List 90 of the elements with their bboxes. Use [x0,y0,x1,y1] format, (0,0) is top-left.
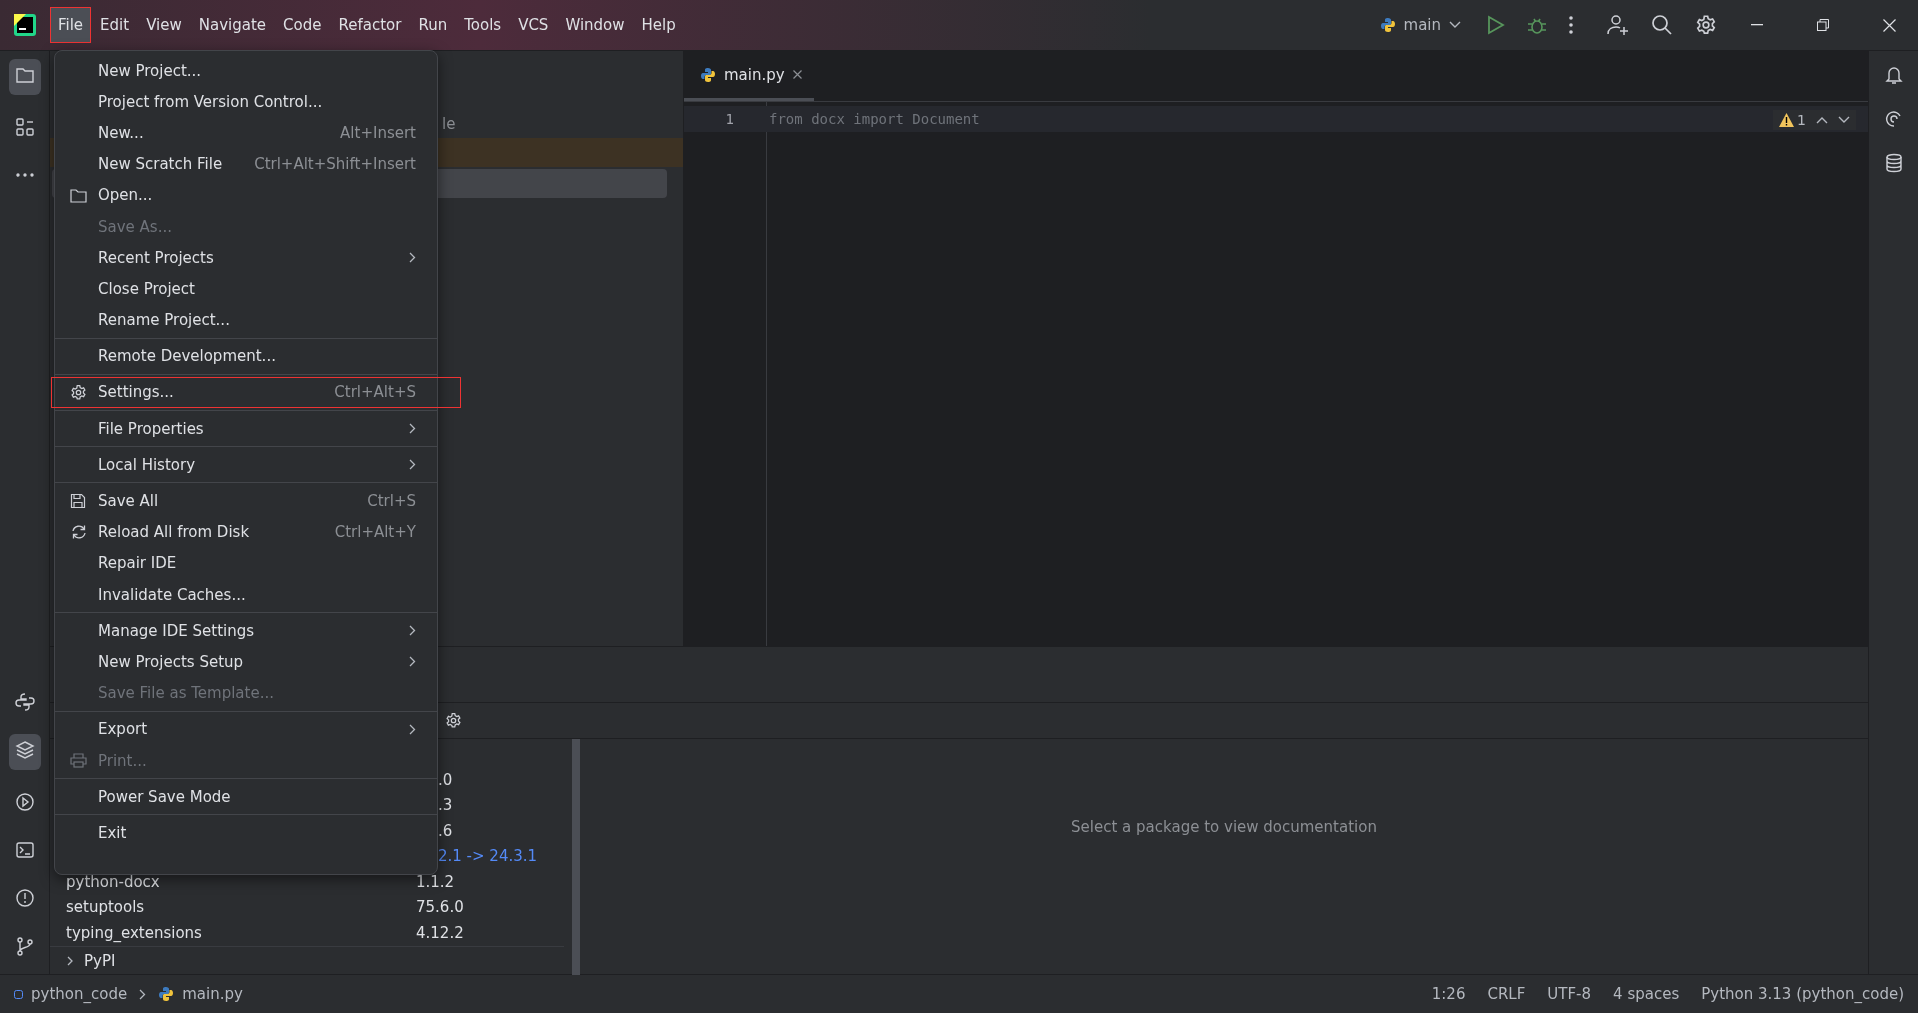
layers-icon[interactable] [14,740,35,760]
notification-bell-icon[interactable] [1883,65,1904,85]
package-version: 2.1 -> 24.3.1 [438,847,538,866]
package-version: .3 [438,796,453,815]
menu-item[interactable]: Recent Projects [55,242,437,274]
next-icon[interactable] [1838,116,1850,124]
menu-bar-item[interactable]: File [50,7,92,43]
menu-item[interactable]: Project from Version Control... [55,86,437,118]
menu-item[interactable]: Reload All from Disk Ctrl+Alt+Y [55,516,437,548]
menu-item[interactable]: Power Save Mode [55,781,437,813]
settings-icon [70,383,87,401]
caret-position[interactable]: 1:26 [1431,985,1466,1003]
package-name: setuptools [65,898,146,917]
menu-item[interactable]: Rename Project... [55,304,437,336]
chevron-down-icon [1449,21,1461,29]
interpreter-selector[interactable]: Python 3.13 (python_code) [1701,985,1904,1003]
git-branch-icon[interactable] [14,936,35,956]
services-icon[interactable] [14,792,35,812]
menu-bar-item[interactable]: Window [557,7,633,43]
package-name: typing_extensions [65,923,203,942]
menu-item[interactable]: Manage IDE Settings [55,615,437,647]
chevron-icon [139,988,147,1000]
menu-bar-item[interactable]: View [138,7,190,43]
menu-bar-item[interactable]: Refactor [330,7,410,43]
settings-icon[interactable] [445,712,462,729]
indent-setting[interactable]: 4 spaces [1613,985,1680,1003]
package-version: 75.6.0 [416,898,464,917]
line-number: 1 [724,111,734,127]
menu-item[interactable]: New Project... [55,55,437,87]
menu-item[interactable]: Local History [55,449,437,481]
menu-bar-item[interactable]: Code [275,7,330,43]
documentation-hint: Select a package to view documentation [1071,817,1377,836]
search-icon[interactable] [1651,14,1673,36]
menu-item[interactable]: New Scratch File Ctrl+Alt+Shift+Insert [55,148,437,180]
line-separator[interactable]: CRLF [1487,985,1526,1003]
python-icon [1379,17,1396,33]
menu-item[interactable]: Settings... Ctrl+Alt+S [51,376,461,409]
problems-icon[interactable] [14,888,35,908]
menu-item[interactable]: New Projects Setup [55,646,437,678]
add-user-icon[interactable] [1607,14,1629,36]
run-configuration-selector[interactable]: main [1379,16,1461,34]
menu-item[interactable]: Remote Development... [55,340,437,372]
menu-item[interactable]: Close Project [55,273,437,305]
printer-icon [70,753,87,769]
minimize-icon[interactable] [1751,24,1763,26]
menu-item[interactable]: Export [55,713,437,745]
package-version: 4.12.2 [416,923,464,942]
terminal-icon[interactable] [14,840,35,860]
structure-icon[interactable] [14,117,35,137]
packages-tool-button[interactable] [8,734,41,770]
menu-item[interactable]: New... Alt+Insert [55,117,437,149]
package-version: .6 [438,821,453,840]
restore-icon[interactable] [1817,19,1829,31]
folder-icon [70,187,87,203]
project-tool-button[interactable] [8,59,41,95]
file-encoding[interactable]: UTF-8 [1547,985,1592,1003]
package-name: python-docx [65,872,161,891]
menu-item[interactable]: Save All Ctrl+S [55,485,437,517]
project-icon [14,989,23,999]
project-tree-item: le [442,115,456,133]
menu-item[interactable]: Open... [55,179,437,211]
floppy-disk-icon [70,493,86,510]
previous-icon[interactable] [1816,116,1828,124]
app-logo-icon [14,14,36,36]
settings-icon[interactable] [1695,14,1717,36]
warning-icon [1779,113,1795,127]
python-file-icon [158,986,175,1002]
menu-item[interactable]: Exit [55,817,437,849]
python-console-icon[interactable] [14,692,35,712]
database-icon[interactable] [1883,153,1904,173]
menu-item[interactable]: File Properties [55,413,437,445]
breadcrumb[interactable]: python_code [14,985,128,1003]
breadcrumb[interactable]: main.py [158,985,243,1003]
folder-icon[interactable] [14,65,35,85]
menu-bar-item[interactable]: Navigate [190,7,275,43]
package-version: 1.1.2 [416,872,455,891]
menu-bar-item[interactable]: Tools [456,7,510,43]
menu-bar-item[interactable]: Help [633,7,684,43]
menu-bar-item[interactable]: VCS [510,7,557,43]
menu-bar-item[interactable]: Edit [92,7,138,43]
python-file-icon [700,66,716,83]
menu-bar-item[interactable]: Run [410,7,456,43]
code-line: from docx import Document [769,111,980,127]
menu-item[interactable]: Repair IDE [55,547,437,579]
menu-item[interactable]: Invalidate Caches... [55,579,437,611]
close-icon[interactable] [792,70,802,79]
more-icon[interactable] [1569,16,1573,34]
package-version: .0 [438,770,453,789]
run-icon[interactable] [1487,15,1505,35]
reload-icon [70,524,88,541]
